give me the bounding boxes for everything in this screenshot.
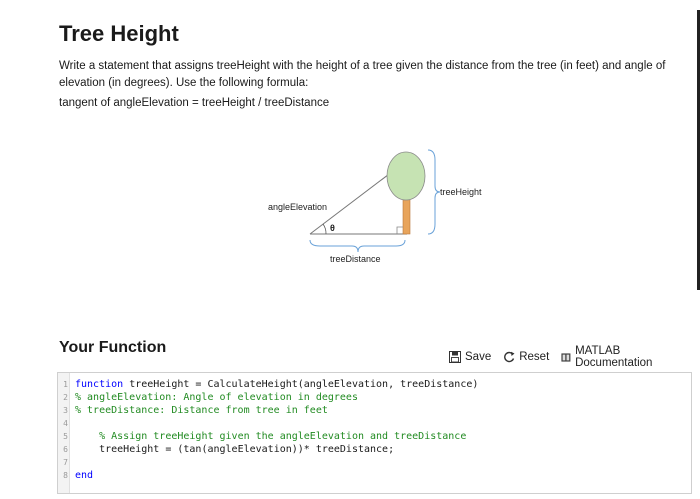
problem-card: Tree Height Write a statement that assig… [0,0,700,499]
tree-trunk [402,197,411,235]
code-editor[interactable]: 1 function treeHeight = CalculateHeight(a… [57,372,692,494]
tree-canopy [386,151,426,201]
height-brace [427,149,441,235]
save-button[interactable]: Save [449,351,491,363]
comment-token: % treeDistance: Distance from tree in fe… [75,405,328,416]
distance-brace [309,239,406,253]
formula-text: tangent of angleElevation = treeHeight /… [59,97,330,109]
code-line[interactable]: 6 treeHeight = (tan(angleElevation))* tr… [58,443,394,456]
comment-token: % Assign treeHeight given the angleEleva… [99,431,467,442]
section-title: Your Function [59,339,167,356]
code-text: function treeHeight = CalculateHeight(an… [75,379,479,390]
code-line[interactable]: 7 [58,456,68,469]
code-text: % Assign treeHeight given the angleEleva… [75,430,466,443]
code-line[interactable]: 4 [58,417,68,430]
theta-symbol: θ [330,223,335,233]
line-number: 2 [63,393,68,402]
tree-height-diagram: θ angleElevation treeHeight treeDistance [268,149,482,264]
code-line[interactable]: 3 % treeDistance: Distance from tree in f… [58,404,328,417]
tree-distance-label: treeDistance [330,254,381,264]
save-icon [449,351,461,363]
angle-elevation-label: angleElevation [268,202,327,212]
code-text: treeHeight = (tan(angleElevation))* tree… [99,444,395,455]
right-angle-marker [396,226,403,234]
code-line[interactable]: 8 end [58,469,93,482]
reset-icon [504,351,515,363]
tree-height-label: treeHeight [440,187,482,197]
save-label: Save [465,351,492,363]
keyword-token: end [75,470,94,481]
reset-label: Reset [519,351,550,363]
line-number: 3 [63,406,68,415]
angle-arc [322,223,327,235]
reset-button[interactable]: Reset [503,351,549,363]
line-number: 1 [63,380,68,389]
line-number: 6 [63,445,68,454]
problem-description: Write a statement that assigns treeHeigh… [59,60,666,89]
code-line[interactable]: 1 function treeHeight = CalculateHeight(a… [58,378,478,391]
matlab-docs-button[interactable]: MATLAB Documentation [561,345,678,369]
code-text: % treeDistance: Distance from tree in fe… [75,404,328,417]
comment-token: % angleElevation: Angle of elevation in … [75,392,358,403]
code-line[interactable]: 2 % angleElevation: Angle of elevation in… [58,391,358,404]
code-text: % angleElevation: Angle of elevation in … [75,391,358,404]
code-text: end [75,469,93,482]
editor-toolbar: Save Reset MATLAB Documentation [449,345,690,369]
line-number: 8 [63,471,68,480]
book-icon [561,352,571,362]
code-line[interactable]: 5 % Assign treeHeight given the angleEle… [58,430,466,443]
matlab-docs-label: MATLAB Documentation [575,345,653,369]
page-title: Tree Height [59,21,179,46]
line-number: 4 [63,419,68,428]
line-number: 5 [63,432,68,441]
line-number: 7 [63,458,68,467]
keyword-token: function [75,379,124,390]
